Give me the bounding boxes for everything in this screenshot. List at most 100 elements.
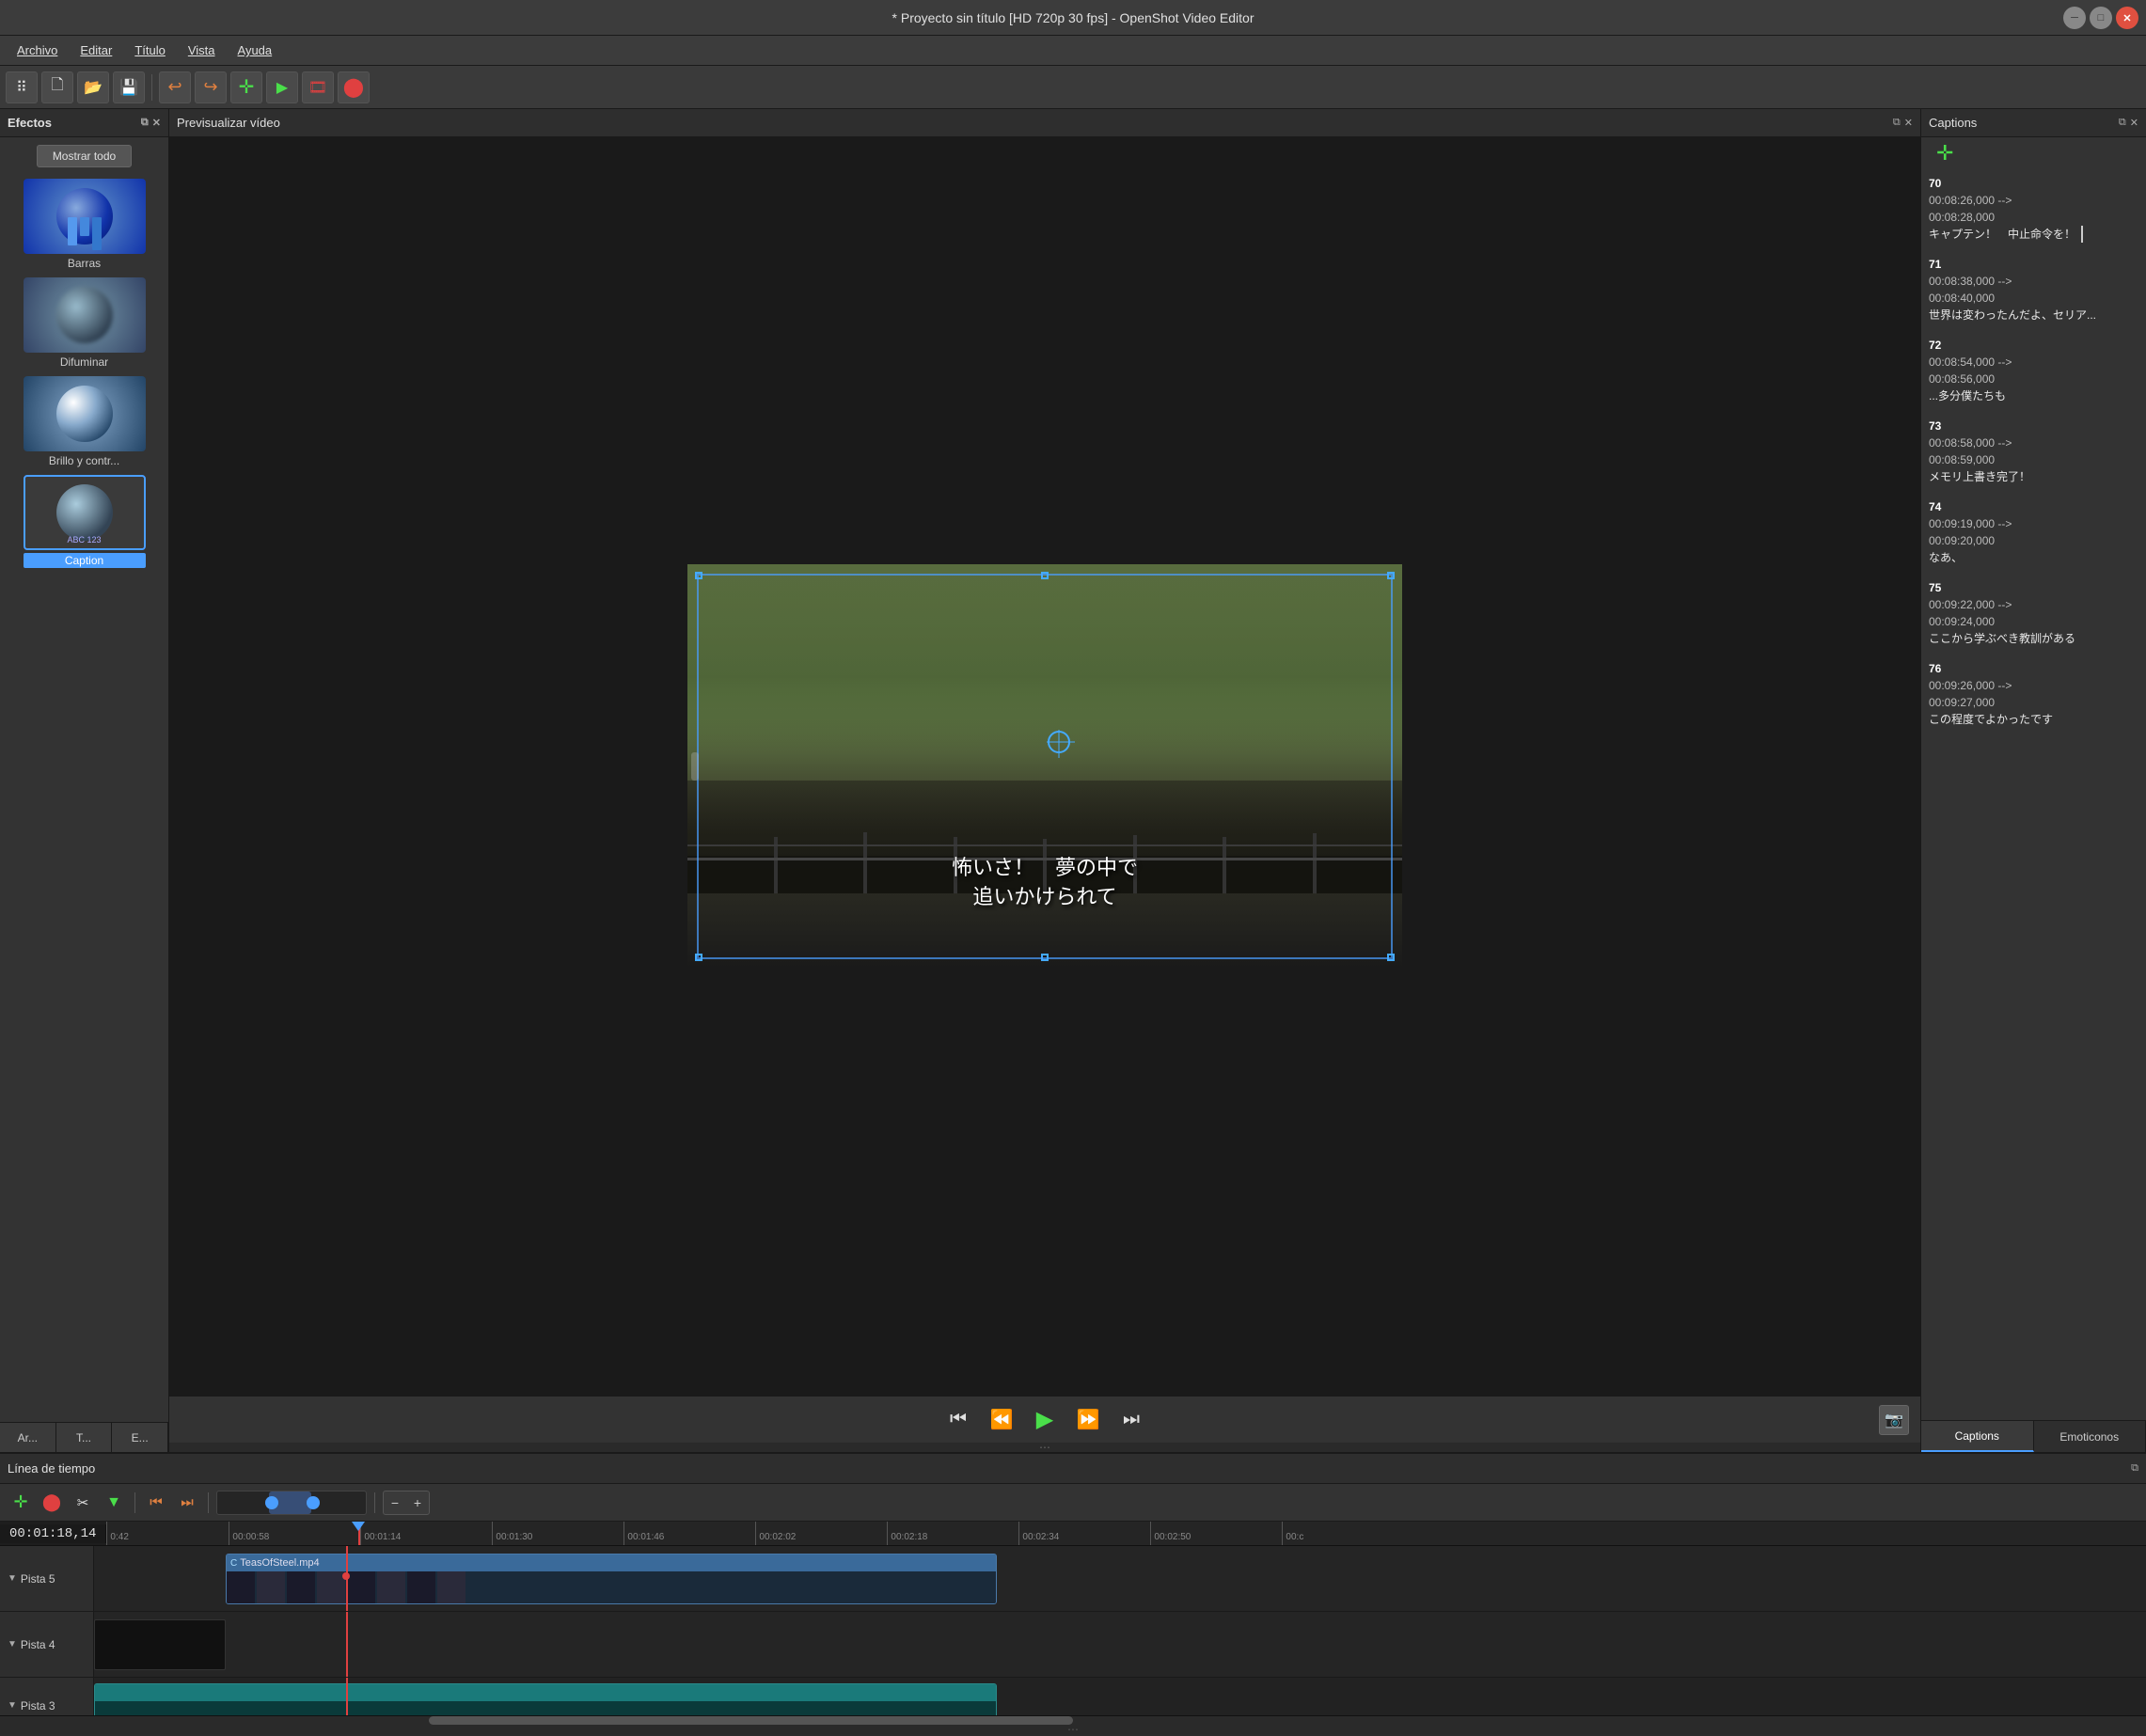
close-button[interactable]: ✕ (2116, 7, 2138, 29)
effect-barras-label: Barras (24, 257, 146, 270)
timeline-skip-fwd-button[interactable]: ⏭ (174, 1490, 200, 1516)
timeline-scroll-bar-bottom[interactable] (0, 1715, 2146, 1725)
effect-caption[interactable]: ABC 123 Caption (24, 475, 146, 572)
caption-text-74[interactable]: なあ、 (1929, 549, 2138, 566)
show-all-button[interactable]: Mostrar todo (37, 145, 132, 167)
clip-teal-3[interactable] (94, 1683, 997, 1715)
play-button[interactable]: ▶ (1028, 1403, 1062, 1437)
clip-black-4[interactable] (94, 1619, 226, 1670)
timeline-dot-left[interactable] (265, 1496, 278, 1509)
caption-entry-73: 73 00:08:58,000 --> 00:08:59,000 メモリ上書き完… (1929, 418, 2138, 485)
toolbar-preview[interactable]: ▶ (266, 71, 298, 103)
menu-editar[interactable]: Editar (71, 39, 121, 61)
timeline-cut-button[interactable]: ✂ (70, 1490, 96, 1516)
minimize-button[interactable]: ─ (2063, 7, 2086, 29)
playhead-line-3 (346, 1678, 348, 1715)
toolbar-export[interactable]: 🎞 (302, 71, 334, 103)
playhead-marker[interactable] (352, 1522, 365, 1531)
playback-controls: ⏮ ⏪ ▶ ⏩ ⏭ 📷 (169, 1396, 1920, 1443)
maximize-button[interactable]: □ (2090, 7, 2112, 29)
effects-header-icons: ⧉ ✕ (141, 117, 161, 129)
timecode-ruler: 0:42 00:00:58 00:01:14 00:01:30 00:01:46… (106, 1522, 2146, 1545)
captions-close-icon[interactable]: ✕ (2130, 117, 2138, 129)
toolbar-undo[interactable]: ↩ (159, 71, 191, 103)
timecode-display: 00:01:18,14 (0, 1524, 106, 1543)
timeline-add-button[interactable]: ✛ (8, 1490, 34, 1516)
track-toggle-3[interactable]: ▼ (8, 1700, 17, 1711)
caption-text-70[interactable]: キャプテン！ 中止命令を！ (1929, 226, 2138, 243)
effects-close-icon[interactable]: ✕ (152, 117, 161, 129)
timeline-skip-back-button[interactable]: ⏮ (143, 1490, 169, 1516)
timeline-expand-icon[interactable]: ⧉ (2131, 1462, 2138, 1475)
timeline-body: 00:01:18,14 0:42 00:00:58 00:01:14 00:01… (0, 1522, 2146, 1715)
menu-vista[interactable]: Vista (179, 39, 225, 61)
caption-text-72[interactable]: ...多分僕たちも (1929, 387, 2138, 404)
caption-num-73: 73 (1929, 418, 2138, 434)
caption-num-72: 72 (1929, 337, 2138, 354)
caption-text-73[interactable]: メモリ上書き完了！ (1929, 468, 2138, 485)
track-content-4 (94, 1612, 2146, 1677)
preview-pin-icon[interactable]: ⧉ (1893, 117, 1901, 129)
toolbar-redo[interactable]: ↪ (195, 71, 227, 103)
toolbar-sep-1 (151, 74, 152, 101)
timeline-drag-handle[interactable]: ⋯ (0, 1725, 2146, 1734)
captions-tab-captions[interactable]: Captions (1921, 1421, 2034, 1452)
left-resize-handle[interactable] (691, 752, 699, 781)
track-row-3: ▼ Pista 3 (0, 1678, 2146, 1715)
preview-close-icon[interactable]: ✕ (1904, 117, 1913, 129)
add-caption-button[interactable]: ✛ (1929, 137, 1961, 168)
toolbar-new[interactable]: 🗋 (41, 71, 73, 103)
effect-brillo-thumb (24, 376, 146, 451)
timeline-down-arrow-button[interactable]: ▼ (101, 1490, 127, 1516)
caption-num-70: 70 (1929, 175, 2138, 192)
preview-drag-handle[interactable]: ⋯ (169, 1443, 1920, 1452)
preview-title: Previsualizar vídeo (177, 116, 280, 130)
track-toggle-5[interactable]: ▼ (8, 1573, 17, 1584)
effect-difuminar[interactable]: Difuminar (24, 277, 146, 372)
tab-ar[interactable]: Ar... (0, 1423, 56, 1452)
caption-text-75[interactable]: ここから学ぶべき教訓がある (1929, 630, 2138, 647)
preview-header: Previsualizar vídeo ⧉ ✕ (169, 109, 1920, 137)
menu-ayuda[interactable]: Ayuda (229, 39, 282, 61)
caption-text-76[interactable]: この程度でよかったです (1929, 711, 2138, 728)
timeline-scroll-handle[interactable] (429, 1716, 1073, 1725)
menu-titulo[interactable]: Título (125, 39, 175, 61)
captions-header: Captions ⧉ ✕ (1921, 109, 2146, 137)
timeline-enable-button[interactable]: ⬤ (39, 1490, 65, 1516)
tab-ef[interactable]: E... (112, 1423, 168, 1452)
caption-time-end-74: 00:09:20,000 (1929, 532, 2138, 549)
clip-tearsofstel[interactable]: C TeasOfSteel.mp4 (226, 1554, 997, 1604)
zoom-plus-button[interactable]: + (407, 1492, 428, 1513)
ruler-tick-9: 00:c (1282, 1522, 1303, 1545)
timeline-scroll-bar[interactable] (216, 1491, 367, 1515)
effect-brillo[interactable]: Brillo y contr... (24, 376, 146, 471)
captions-tab-emoticonos[interactable]: Emoticonos (2034, 1421, 2146, 1452)
toolbar-add[interactable]: ✛ (230, 71, 262, 103)
fast-forward-button[interactable]: ⏩ (1071, 1403, 1105, 1437)
preview-panel: Previsualizar vídeo ⧉ ✕ (169, 109, 1920, 1452)
caption-time-end-76: 00:09:27,000 (1929, 694, 2138, 711)
clip-header-tearsofstel: C TeasOfSteel.mp4 (227, 1555, 996, 1571)
caption-time-start-70: 00:08:26,000 --> (1929, 192, 2138, 209)
skip-back-button[interactable]: ⏮ (941, 1403, 975, 1437)
caption-time-start-76: 00:09:26,000 --> (1929, 677, 2138, 694)
tab-tr[interactable]: T... (56, 1423, 113, 1452)
effect-barras[interactable]: Barras (24, 179, 146, 274)
menu-archivo[interactable]: Archivo (8, 39, 67, 61)
caption-text-71[interactable]: 世界は変わったんだよ、セリア... (1929, 307, 2138, 324)
timeline-dot-right[interactable] (307, 1496, 320, 1509)
toolbar-grip[interactable]: ⠿ (6, 71, 38, 103)
caption-time-end-72: 00:08:56,000 (1929, 371, 2138, 387)
playhead-line-4 (346, 1612, 348, 1677)
effects-pin-icon[interactable]: ⧉ (141, 117, 149, 129)
rewind-button[interactable]: ⏪ (985, 1403, 1018, 1437)
skip-end-button[interactable]: ⏭ (1114, 1403, 1148, 1437)
toolbar-save[interactable]: 💾 (113, 71, 145, 103)
track-toggle-4[interactable]: ▼ (8, 1639, 17, 1649)
screenshot-button[interactable]: 📷 (1879, 1405, 1909, 1435)
toolbar-record[interactable]: ⬤ (338, 71, 370, 103)
scene-sky (687, 564, 1402, 828)
captions-pin-icon[interactable]: ⧉ (2119, 117, 2126, 129)
zoom-minus-button[interactable]: − (385, 1492, 405, 1513)
toolbar-open[interactable]: 📂 (77, 71, 109, 103)
